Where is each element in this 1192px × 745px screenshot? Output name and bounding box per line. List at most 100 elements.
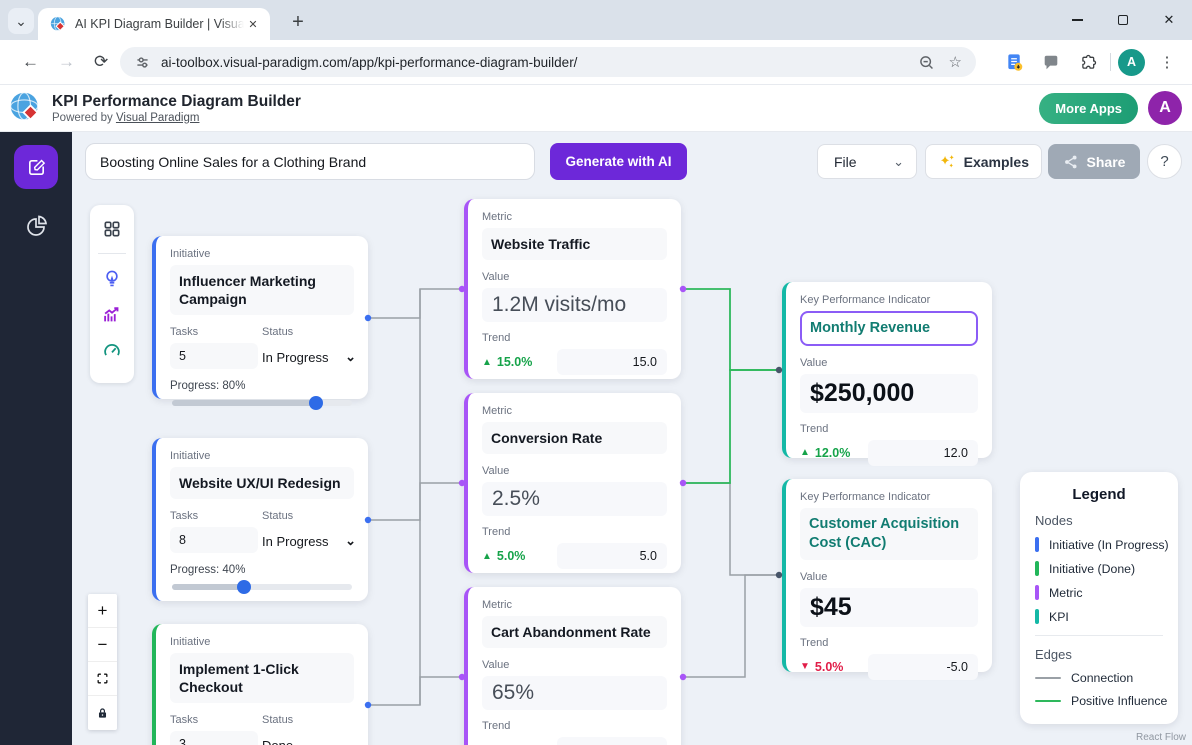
initiative-bulb-icon[interactable]	[101, 268, 123, 290]
kpi-gauge-icon[interactable]	[101, 340, 123, 362]
sidebar-item-charts[interactable]	[24, 213, 50, 239]
trend-value-field[interactable]: 15.0	[557, 349, 667, 375]
new-tab-button[interactable]: +	[284, 8, 312, 36]
kpi-title-field[interactable]: Customer Acquisition Cost (CAC)	[800, 508, 978, 560]
trend-value-field[interactable]: -8.0	[557, 737, 667, 745]
trend-value-field[interactable]: -5.0	[868, 654, 978, 680]
chevron-down-icon: ⌄	[345, 533, 356, 549]
tasks-field[interactable]: 5	[170, 343, 258, 369]
diagram-canvas[interactable]: Boosting Online Sales for a Clothing Bra…	[72, 132, 1192, 745]
bookmark-star-icon[interactable]: ☆	[949, 53, 962, 71]
pie-chart-icon	[25, 214, 49, 238]
value-label: Value	[800, 571, 978, 583]
window-close-button[interactable]: ✕	[1146, 0, 1192, 40]
initiative-title-field[interactable]: Website UX/UI Redesign	[170, 467, 354, 499]
sidebar-item-editor[interactable]	[14, 145, 58, 189]
zoom-out-page-icon[interactable]	[918, 54, 935, 71]
status-select[interactable]: In Progress ⌄	[262, 343, 358, 371]
initiative-node-1[interactable]: Initiative Influencer Marketing Campaign…	[152, 236, 368, 399]
extensions-puzzle-icon[interactable]	[1073, 47, 1103, 77]
forward-icon[interactable]: →	[58, 52, 75, 72]
edge-initiative1-metric1	[368, 289, 461, 318]
value-label: Value	[482, 659, 667, 671]
layout-grid-icon[interactable]	[102, 219, 122, 239]
reload-icon[interactable]: ⟳	[94, 52, 108, 72]
kpi-node-1[interactable]: Key Performance Indicator Monthly Revenu…	[782, 282, 992, 458]
zoom-out-button[interactable]: −	[88, 628, 117, 662]
progress-slider[interactable]	[172, 400, 352, 406]
trend-value-field[interactable]: 12.0	[868, 440, 978, 466]
kpi-title-field-editing[interactable]: Monthly Revenue	[800, 311, 978, 346]
metric-node-1[interactable]: Metric Website Traffic Value 1.2M visits…	[464, 199, 681, 379]
trend-value-field[interactable]: 5.0	[557, 543, 667, 569]
zoom-in-button[interactable]: +	[88, 594, 117, 628]
legend-item: KPI	[1035, 609, 1163, 624]
help-button[interactable]: ?	[1147, 144, 1182, 179]
tab-search-button[interactable]: ⌄	[8, 8, 34, 34]
metric-title-field[interactable]: Conversion Rate	[482, 422, 667, 454]
status-label: Status	[262, 510, 354, 522]
fit-view-button[interactable]	[88, 662, 117, 696]
kpi-value-field[interactable]: $45	[800, 588, 978, 627]
metric-value-field[interactable]: 1.2M visits/mo	[482, 288, 667, 322]
metric-value-field[interactable]: 2.5%	[482, 482, 667, 516]
progress-slider[interactable]	[172, 584, 352, 590]
legend-item: Metric	[1035, 585, 1163, 600]
browser-menu-icon[interactable]: ⋮	[1152, 47, 1182, 77]
initiative-node-2[interactable]: Initiative Website UX/UI Redesign Tasks …	[152, 438, 368, 601]
url-text[interactable]: ai-toolbox.visual-paradigm.com/app/kpi-p…	[161, 55, 904, 70]
metric-title-field[interactable]: Website Traffic	[482, 228, 667, 260]
slider-thumb[interactable]	[237, 580, 251, 594]
window-minimize-button[interactable]	[1054, 0, 1100, 40]
comment-extension-icon[interactable]	[1036, 47, 1066, 77]
tasks-label: Tasks	[170, 510, 262, 522]
share-label: Share	[1087, 154, 1126, 170]
visual-paradigm-link[interactable]: Visual Paradigm	[116, 112, 200, 124]
docs-offline-extension-icon[interactable]	[999, 47, 1029, 77]
status-select[interactable]: In Progress ⌄	[262, 527, 358, 555]
browser-profile-avatar[interactable]: A	[1118, 49, 1145, 76]
generate-ai-button[interactable]: Generate with AI	[550, 143, 687, 180]
metric-chart-icon[interactable]	[101, 304, 123, 326]
app-header: KPI Performance Diagram Builder Powered …	[0, 84, 1192, 132]
tab-close-icon[interactable]: ✕	[244, 15, 262, 33]
node-type-label: Key Performance Indicator	[800, 294, 978, 306]
trend-down-icon: ▼	[800, 661, 810, 672]
lock-button[interactable]	[88, 696, 117, 730]
browser-navbar: ← → ⟳ ai-toolbox.visual-paradigm.com/app…	[0, 40, 1192, 84]
more-apps-button[interactable]: More Apps	[1039, 93, 1138, 124]
tasks-field[interactable]: 3	[170, 731, 258, 745]
initiative-title-field[interactable]: Influencer Marketing Campaign	[170, 265, 354, 315]
legend-title: Legend	[1035, 486, 1163, 503]
metric-title-field[interactable]: Cart Abandonment Rate	[482, 616, 667, 648]
file-menu-button[interactable]: File ⌄	[817, 144, 917, 179]
kpi-value-field[interactable]: $250,000	[800, 374, 978, 413]
maximize-icon	[1118, 15, 1128, 25]
edge-metric1-kpi1-positive	[684, 289, 777, 370]
app-user-avatar[interactable]: A	[1148, 91, 1182, 125]
back-icon[interactable]: ←	[22, 52, 39, 72]
examples-button[interactable]: Examples	[925, 144, 1042, 179]
status-value: In Progress	[262, 350, 328, 365]
slider-thumb[interactable]	[309, 396, 323, 410]
window-maximize-button[interactable]	[1100, 0, 1146, 40]
legend-item: Connection	[1035, 671, 1163, 685]
tasks-field[interactable]: 8	[170, 527, 258, 553]
legend-item: Positive Influence	[1035, 694, 1163, 708]
site-info-icon[interactable]	[134, 54, 151, 71]
status-label: Status	[262, 326, 354, 338]
initiative-title-field[interactable]: Implement 1-Click Checkout	[170, 653, 354, 703]
url-bar[interactable]: ai-toolbox.visual-paradigm.com/app/kpi-p…	[120, 47, 976, 77]
node-type-label: Metric	[482, 211, 667, 223]
browser-tab[interactable]: AI KPI Diagram Builder | Visualiz ✕	[38, 8, 270, 40]
initiative-node-3[interactable]: Initiative Implement 1-Click Checkout Ta…	[152, 624, 368, 745]
status-select[interactable]: Done ⌄	[262, 731, 358, 745]
visual-paradigm-favicon	[50, 16, 67, 33]
prompt-input[interactable]: Boosting Online Sales for a Clothing Bra…	[85, 143, 535, 180]
metric-node-3[interactable]: Metric Cart Abandonment Rate Value 65% T…	[464, 587, 681, 745]
toolbar-separator	[1110, 53, 1111, 71]
metric-node-2[interactable]: Metric Conversion Rate Value 2.5% Trend …	[464, 393, 681, 573]
share-button[interactable]: Share	[1048, 144, 1140, 179]
metric-value-field[interactable]: 65%	[482, 676, 667, 710]
kpi-node-2[interactable]: Key Performance Indicator Customer Acqui…	[782, 479, 992, 672]
